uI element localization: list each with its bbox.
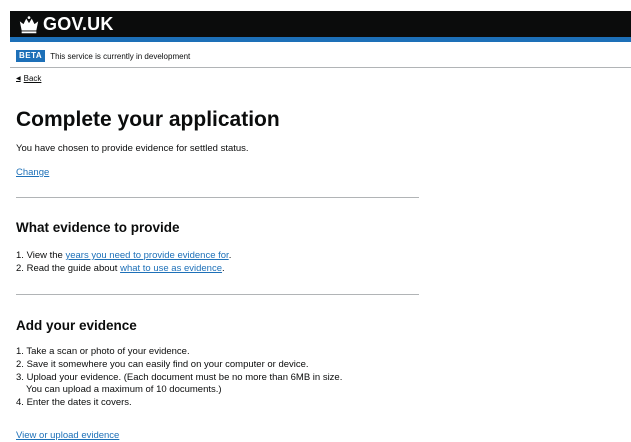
logo-text: GOV.UK — [43, 14, 114, 34]
what-evidence-list: 1. View the years you need to provide ev… — [16, 250, 231, 276]
list-item: 1. Take a scan or photo of your evidence… — [16, 346, 190, 357]
section-heading-what-evidence: What evidence to provide — [16, 220, 180, 235]
section-divider-2 — [16, 294, 419, 295]
govuk-header: GOV.UK — [10, 11, 631, 42]
beta-tag: BETA — [16, 50, 46, 62]
crown-icon — [19, 15, 39, 33]
list-item: 4. Enter the dates it covers. — [16, 397, 132, 408]
govuk-logo[interactable]: GOV.UK — [18, 14, 114, 35]
list-item: 3. Upload your evidence. (Each document … — [16, 372, 343, 395]
change-link[interactable]: Change — [16, 167, 49, 178]
phase-banner: BETA This service is currently in develo… — [16, 50, 190, 62]
back-link-label: Back — [23, 74, 42, 83]
add-evidence-list: 1. Take a scan or photo of your evidence… — [16, 346, 342, 410]
list-item: 2. Read the guide about what to use as e… — [16, 263, 225, 274]
back-link[interactable]: ◀ Back — [16, 74, 41, 83]
phase-divider — [10, 67, 631, 68]
view-upload-evidence-link[interactable]: View or upload evidence — [16, 430, 119, 441]
years-link[interactable]: years you need to provide evidence for — [65, 250, 228, 261]
list-item: 1. View the years you need to provide ev… — [16, 250, 232, 261]
intro-text: You have chosen to provide evidence for … — [16, 143, 249, 154]
page-title: Complete your application — [16, 108, 280, 131]
list-item: 2. Save it somewhere you can easily find… — [16, 359, 309, 370]
back-arrow-icon: ◀ — [16, 76, 21, 82]
phase-banner-text: This service is currently in development — [50, 51, 191, 61]
guide-link[interactable]: what to use as evidence — [120, 263, 222, 274]
section-heading-add-evidence: Add your evidence — [16, 318, 137, 333]
section-divider-1 — [16, 197, 419, 198]
